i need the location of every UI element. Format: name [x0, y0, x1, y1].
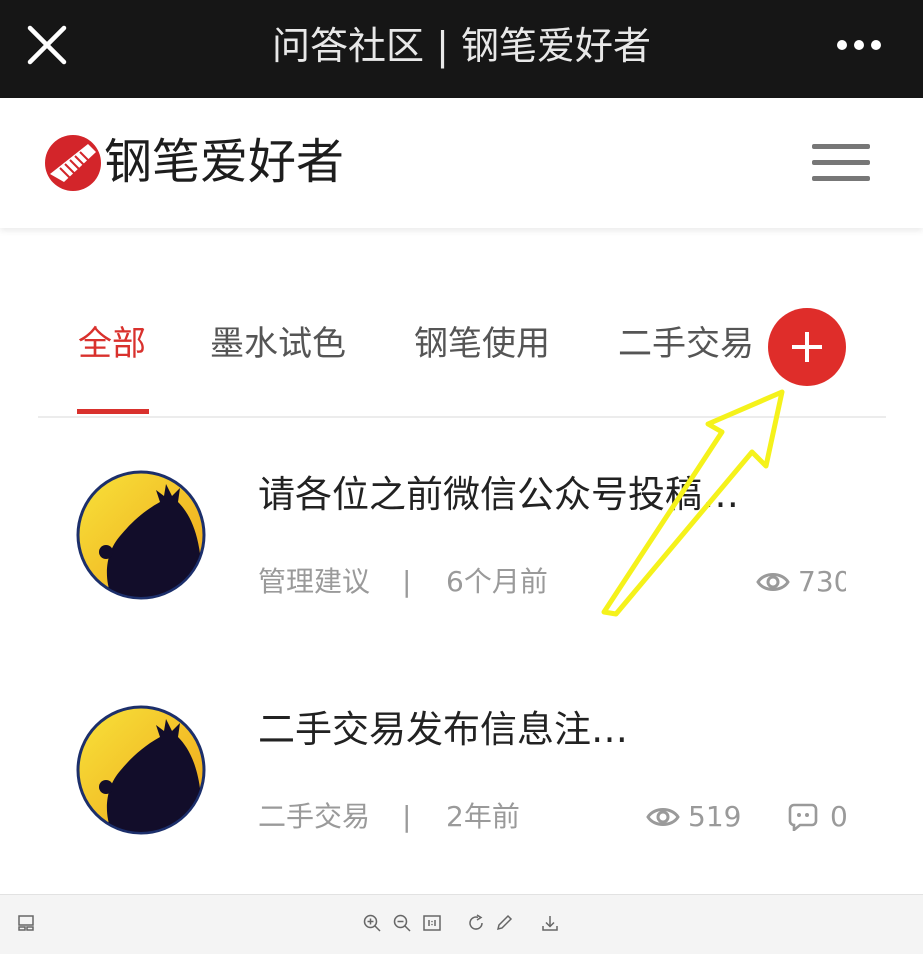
tab-second-hand[interactable]: 二手交易 [618, 322, 754, 366]
tab-ink-swatch[interactable]: 墨水试色 [210, 322, 346, 366]
view-count: 730 [798, 565, 846, 598]
comment-count: 0 [830, 800, 848, 833]
post-title[interactable]: 请各位之前微信公众号投稿… [258, 470, 739, 520]
list-item[interactable]: 二手交易发布信息注… 二手交易 | 2年前 519 0 [0, 705, 923, 875]
eye-icon [756, 573, 790, 591]
post-time: 2年前 [446, 800, 520, 833]
pen-logo-icon[interactable] [44, 134, 102, 192]
list-item[interactable]: 请各位之前微信公众号投稿… 管理建议 | 6个月前 730 [0, 470, 923, 640]
avatar[interactable] [76, 470, 206, 600]
tab-all[interactable]: 全部 [78, 322, 146, 366]
meta-separator: | [402, 800, 412, 833]
comment-icon [788, 803, 818, 831]
view-count: 519 [688, 800, 742, 833]
post-category[interactable]: 管理建议 [258, 564, 370, 600]
rotate-icon[interactable] [466, 913, 486, 933]
zoom-out-icon[interactable] [392, 913, 412, 933]
views-clip: 730 [798, 560, 846, 604]
tab-pen-usage[interactable]: 钢笔使用 [414, 322, 550, 366]
viewer-toolbar [0, 894, 923, 954]
tab-clip: 二手交易 [618, 300, 784, 400]
window-title: 问答社区 | 钢笔爱好者 [272, 24, 651, 68]
post-category[interactable]: 二手交易 [258, 799, 370, 835]
eye-icon [646, 808, 680, 826]
title-bar: 问答社区 | 钢笔爱好者 [0, 0, 923, 98]
add-post-button[interactable] [768, 308, 846, 386]
thumbnail-icon[interactable] [16, 913, 36, 933]
zoom-in-icon[interactable] [362, 913, 382, 933]
category-tabs: 全部 墨水试色 钢笔使用 二手交易 [38, 300, 886, 418]
site-header: 钢笔爱好者 [0, 98, 923, 228]
meta-separator: | [402, 565, 412, 598]
post-title[interactable]: 二手交易发布信息注… [258, 705, 628, 755]
brand-name[interactable]: 钢笔爱好者 [104, 132, 344, 192]
hamburger-menu-icon[interactable] [812, 144, 870, 182]
edit-icon[interactable] [494, 913, 514, 933]
actual-size-icon[interactable] [422, 913, 442, 933]
download-icon[interactable] [540, 913, 560, 933]
more-horizontal-icon[interactable] [834, 30, 884, 60]
active-tab-indicator [77, 409, 149, 414]
post-time: 6个月前 [446, 565, 548, 598]
avatar[interactable] [76, 705, 206, 835]
